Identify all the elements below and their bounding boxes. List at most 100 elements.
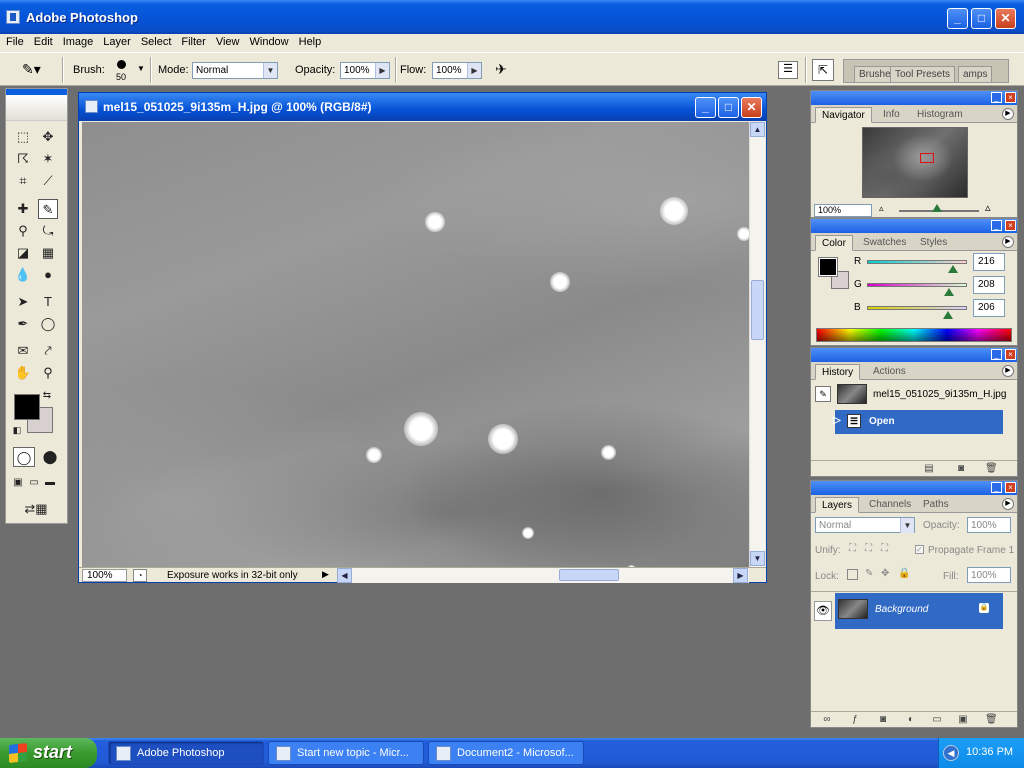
document-zoom-field[interactable]: 100% (82, 569, 127, 582)
brush-picker[interactable]: 50 ▼ (113, 58, 145, 84)
menu-filter[interactable]: Filter (176, 34, 210, 48)
navigator-zoom-knob[interactable] (932, 204, 942, 212)
navigator-zoom-field[interactable]: 100% (814, 204, 872, 217)
document-close-button[interactable]: ✕ (741, 97, 762, 118)
scroll-up-icon[interactable]: ▲ (750, 122, 765, 137)
new-document-from-state-icon[interactable]: ▤ (923, 463, 935, 474)
eraser-tool-icon[interactable]: ◪ (13, 243, 33, 263)
palette-header[interactable]: _ × (811, 348, 1017, 362)
green-slider-knob[interactable] (944, 288, 954, 296)
brush-tool-icon[interactable]: ✎ (38, 199, 58, 219)
gradient-tool-icon[interactable]: ▦ (38, 243, 58, 263)
menu-layer[interactable]: Layer (98, 34, 136, 48)
full-screen-mode-icon[interactable]: ▬ (43, 473, 57, 493)
minimize-button[interactable]: _ (947, 8, 968, 29)
jump-to-imageready-icon[interactable]: ⇄▦ (16, 499, 56, 519)
color-spectrum-bar[interactable] (816, 328, 1012, 342)
flow-field[interactable]: 100% ▶ (432, 62, 482, 79)
close-button[interactable]: ✕ (995, 8, 1016, 29)
zoom-tool-icon[interactable]: ⚲ (38, 363, 58, 383)
link-layers-icon[interactable]: ∞ (821, 714, 833, 725)
opacity-field[interactable]: 100% ▶ (340, 62, 390, 79)
menu-view[interactable]: View (211, 34, 245, 48)
well-tab-tool-presets[interactable]: Tool Presets (890, 66, 956, 82)
blue-value-field[interactable]: 206 (973, 299, 1005, 317)
palette-menu-icon[interactable]: ▶ (1002, 108, 1014, 120)
slice-tool-icon[interactable]: ⟋ (38, 171, 58, 191)
tab-swatches[interactable]: Swatches (857, 235, 912, 251)
trash-icon[interactable]: 🗑 (985, 463, 998, 474)
image-canvas[interactable] (82, 122, 749, 567)
palette-close-icon[interactable]: × (1005, 482, 1016, 493)
tab-styles[interactable]: Styles (914, 235, 953, 251)
unify-position-icon[interactable]: ⛶ (849, 543, 856, 554)
green-slider[interactable] (867, 283, 967, 287)
new-layer-icon[interactable]: ▣ (957, 714, 969, 725)
foreground-color-swatch[interactable] (14, 394, 40, 420)
maximize-button[interactable]: □ (971, 8, 992, 29)
document-title-bar[interactable]: mel15_051025_9i135m_H.jpg @ 100% (RGB/8#… (79, 93, 766, 121)
red-slider[interactable] (867, 260, 967, 264)
palette-header[interactable]: _ × (811, 481, 1017, 495)
type-tool-icon[interactable]: T (38, 292, 58, 312)
vertical-scroll-thumb[interactable] (751, 280, 764, 340)
image-ready-icon[interactable]: ⇱ (812, 59, 834, 81)
marquee-tool-icon[interactable]: ⬚ (13, 127, 33, 147)
brush-tool-preset-icon[interactable]: ✎▾ (22, 61, 50, 81)
palette-minimize-icon[interactable]: _ (991, 482, 1002, 493)
hand-tool-icon[interactable]: ✋ (13, 363, 33, 383)
menu-window[interactable]: Window (245, 34, 294, 48)
history-brush-tool-icon[interactable]: ⤿ (38, 221, 58, 241)
horizontal-scroll-thumb[interactable] (559, 569, 619, 581)
eyedropper-tool-icon[interactable]: ⤤ (38, 341, 58, 361)
vertical-scrollbar[interactable]: ▲ ▼ (749, 122, 765, 567)
blend-mode-select[interactable]: Normal ▼ (815, 517, 915, 533)
palette-minimize-icon[interactable]: _ (991, 92, 1002, 103)
taskbar-item-photoshop[interactable]: Adobe Photoshop (108, 741, 264, 765)
app-title-bar[interactable]: Adobe Photoshop _ □ ✕ (0, 0, 1024, 34)
standard-mode-icon[interactable]: ◯ (13, 447, 35, 467)
move-tool-icon[interactable]: ✥ (38, 127, 58, 147)
blur-tool-icon[interactable]: 💧 (13, 265, 33, 285)
standard-screen-mode-icon[interactable]: ▣ (11, 473, 25, 493)
tab-histogram[interactable]: Histogram (911, 107, 969, 123)
trash-icon[interactable]: 🗑 (985, 714, 998, 725)
taskbar-item-browser[interactable]: Start new topic - Micr... (268, 741, 424, 765)
tab-actions[interactable]: Actions (867, 364, 912, 380)
layer-row[interactable]: 👁 Background 🔒 (811, 593, 1017, 629)
scroll-left-icon[interactable]: ◀ (337, 568, 352, 583)
lock-pixels-icon[interactable]: ✎ (865, 568, 873, 579)
dodge-tool-icon[interactable]: ● (38, 265, 58, 285)
zoom-in-icon[interactable]: ▵ (985, 201, 991, 214)
unify-visibility-icon[interactable]: ⛶ (865, 543, 872, 554)
history-brush-source-icon[interactable]: ✎ (815, 386, 831, 402)
airbrush-icon[interactable]: ✈ (490, 61, 512, 81)
propagate-checkbox[interactable]: ✓ (915, 545, 924, 554)
history-step-row[interactable]: ▷ ☰ Open (833, 410, 1003, 434)
well-tab-stamps[interactable]: amps (958, 66, 993, 82)
lock-position-icon[interactable]: ✥ (881, 568, 889, 579)
notes-tool-icon[interactable]: ✉ (13, 341, 33, 361)
tab-paths[interactable]: Paths (917, 497, 955, 513)
navigator-thumbnail[interactable] (862, 127, 968, 198)
palette-close-icon[interactable]: × (1005, 220, 1016, 231)
default-colors-icon[interactable]: ◧ (10, 423, 24, 437)
path-selection-tool-icon[interactable]: ➤ (13, 292, 33, 312)
status-info-icon[interactable]: ◔ (133, 569, 147, 582)
magic-wand-tool-icon[interactable]: ✶ (38, 149, 58, 169)
feather-logo-icon[interactable] (6, 95, 67, 121)
palette-menu-icon[interactable]: ▶ (1002, 236, 1014, 248)
menu-help[interactable]: Help (294, 34, 327, 48)
shape-tool-icon[interactable]: ◯ (38, 314, 58, 334)
green-value-field[interactable]: 208 (973, 276, 1005, 294)
palette-minimize-icon[interactable]: _ (991, 220, 1002, 231)
tab-layers[interactable]: Layers (815, 497, 860, 513)
chevron-left-icon[interactable]: ◀ (943, 745, 959, 761)
palette-close-icon[interactable]: × (1005, 349, 1016, 360)
tab-history[interactable]: History (815, 364, 861, 380)
lock-transparency-icon[interactable] (847, 569, 858, 580)
menu-file[interactable]: File (0, 34, 29, 48)
palette-menu-icon[interactable]: ▶ (1002, 498, 1014, 510)
layer-mask-icon[interactable]: ◙ (877, 714, 889, 725)
blue-slider-knob[interactable] (943, 311, 953, 319)
